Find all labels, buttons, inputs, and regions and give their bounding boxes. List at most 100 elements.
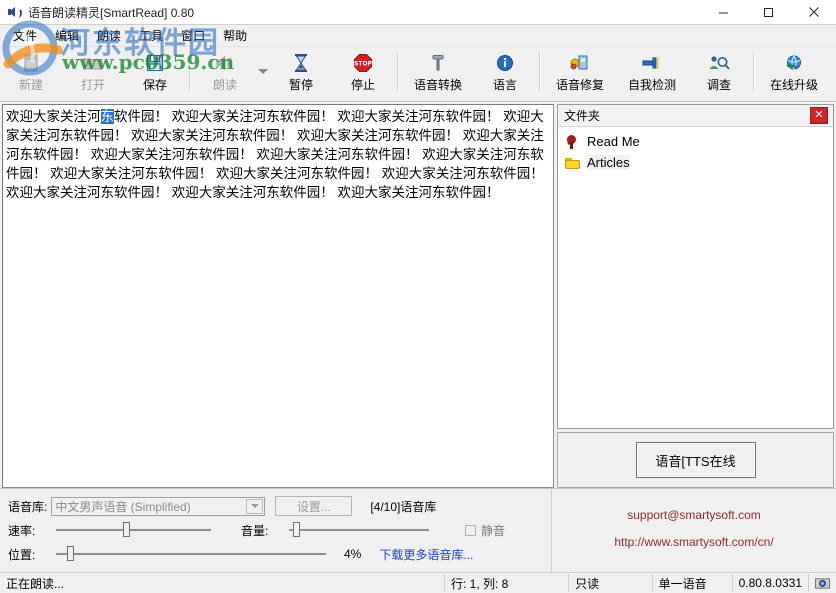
- rate-slider-thumb[interactable]: [122, 522, 130, 537]
- info-icon: [493, 52, 517, 74]
- chevron-down-icon: [258, 68, 268, 74]
- toolbar-voice-repair-button[interactable]: 语音修复: [544, 49, 616, 95]
- menu-file[interactable]: 文件: [4, 25, 46, 46]
- editor-text-before: 欢迎大家关注河: [6, 109, 101, 124]
- voice-library-value: 中文男声语音 (Simplified): [55, 499, 191, 514]
- svg-text:STOP: STOP: [354, 61, 373, 68]
- tts-panel: 语音[TTS在线: [557, 432, 834, 488]
- volume-slider-thumb[interactable]: [292, 522, 300, 537]
- toolbar-read-button[interactable]: 朗读: [194, 49, 256, 95]
- folder-panel-title: 文件夹: [564, 109, 601, 123]
- stop-sign-icon: STOP: [351, 52, 375, 74]
- volume-label: 音量:: [241, 523, 269, 538]
- menu-window[interactable]: 窗口: [172, 25, 214, 46]
- text-editor[interactable]: 欢迎大家关注河东软件园！ 欢迎大家关注河东软件园！ 欢迎大家关注河东软件园！ 欢…: [2, 104, 554, 488]
- status-voice-mode: 单一语音: [651, 574, 732, 592]
- hammer-icon: [426, 52, 450, 74]
- toolbar-self-test-button[interactable]: 自我检测: [616, 49, 688, 95]
- position-slider-thumb[interactable]: [66, 546, 74, 561]
- menu-bar: 文件 编辑 朗读 工具 窗口 帮助: [0, 25, 836, 47]
- toolbar: 新建 打开 保存 朗读 暂停 STOP 停止 语音转换 语言 语音修复 自我检测…: [0, 47, 836, 102]
- save-disk-icon: [143, 52, 167, 74]
- list-item[interactable]: Articles: [558, 152, 833, 173]
- new-file-icon: [19, 52, 43, 74]
- support-info: support@smartysoft.com http://www.smarty…: [552, 489, 836, 572]
- list-item[interactable]: Read Me: [558, 131, 833, 152]
- minimize-button[interactable]: [701, 0, 746, 24]
- voice-controls: 语音库: 中文男声语音 (Simplified) 设置... [4/10]语音库…: [0, 489, 552, 572]
- hourglass-icon: [289, 52, 313, 74]
- toolbar-separator-2: [397, 51, 399, 91]
- toolbar-language-button[interactable]: 语言: [474, 49, 536, 95]
- survey-icon: [707, 52, 731, 74]
- download-voices-link[interactable]: 下载更多语音库...: [379, 546, 473, 563]
- toolbar-separator: [189, 51, 191, 91]
- toolbar-open-label: 打开: [80, 78, 105, 92]
- toolbar-voice-convert-button[interactable]: 语音转换: [402, 49, 474, 95]
- toolbar-language-label: 语言: [492, 78, 517, 92]
- toolbar-survey-button[interactable]: 调查: [688, 49, 750, 95]
- position-value: 4%: [344, 547, 362, 561]
- close-button[interactable]: [791, 0, 836, 24]
- maximize-button[interactable]: [746, 0, 791, 24]
- folder-item-label: Read Me: [587, 134, 640, 149]
- read-dropdown-button[interactable]: [256, 49, 270, 93]
- status-message: 正在朗读...: [6, 576, 65, 591]
- voice-settings-button[interactable]: 设置...: [275, 496, 353, 516]
- status-cursor-position: 行: 1, 列: 8: [444, 574, 568, 592]
- toolbar-voice-convert-label: 语音转换: [413, 78, 462, 92]
- menu-edit[interactable]: 编辑: [46, 25, 88, 46]
- camera-icon: [815, 578, 830, 589]
- toolbar-save-button[interactable]: 保存: [124, 49, 186, 95]
- position-slider[interactable]: [56, 546, 326, 562]
- menu-tools[interactable]: 工具: [130, 25, 172, 46]
- mute-checkbox[interactable]: 静音: [465, 522, 505, 539]
- voice-library-select[interactable]: 中文男声语音 (Simplified): [51, 496, 266, 516]
- main-area: 欢迎大家关注河东软件园！ 欢迎大家关注河东软件园！ 欢迎大家关注河东软件园！ 欢…: [0, 102, 836, 488]
- folder-list: Read Me Articles: [558, 127, 833, 428]
- toolbar-separator-4: [753, 51, 755, 91]
- menu-help[interactable]: 帮助: [214, 25, 256, 46]
- toolbar-separator-3: [539, 51, 541, 91]
- status-readonly: 只读: [568, 574, 651, 592]
- position-row: 位置: 4% 下载更多语音库...: [8, 542, 551, 566]
- tts-online-button[interactable]: 语音[TTS在线: [635, 442, 756, 478]
- toolbar-save-label: 保存: [142, 78, 167, 92]
- toolbar-new-button[interactable]: 新建: [0, 49, 62, 95]
- mute-checkbox-box[interactable]: [465, 524, 476, 536]
- toolbar-voice-repair-label: 语音修复: [555, 78, 604, 92]
- folder-panel-header: 文件夹 ✕: [558, 105, 833, 127]
- chevron-down-icon[interactable]: [246, 498, 264, 514]
- rate-slider[interactable]: [56, 522, 211, 538]
- folder-panel-close-icon[interactable]: ✕: [810, 107, 828, 124]
- editor-text-selection: 东: [100, 109, 114, 124]
- voice-count-label: [4/10]语音库: [370, 499, 437, 514]
- menu-read[interactable]: 朗读: [88, 25, 130, 46]
- toolbar-stop-label: 停止: [350, 78, 375, 92]
- support-email[interactable]: support@smartysoft.com: [627, 508, 761, 522]
- window-controls: [701, 0, 836, 24]
- toolbar-pause-label: 暂停: [288, 78, 313, 92]
- mute-label: 静音: [481, 523, 506, 538]
- editor-column: 欢迎大家关注河东软件园！ 欢迎大家关注河东软件园！ 欢迎大家关注河东软件园！ 欢…: [2, 104, 554, 488]
- app-speaker-icon: [7, 4, 23, 20]
- toolbar-self-test-label: 自我检测: [627, 78, 676, 92]
- toolbar-online-upgrade-button[interactable]: 在线升级: [758, 49, 830, 95]
- support-url[interactable]: http://www.smartysoft.com/cn/: [614, 535, 773, 549]
- title-bar: 语音朗读精灵[SmartRead] 0.80: [0, 0, 836, 25]
- status-bar: 正在朗读... 行: 1, 列: 8 只读 单一语音 0.80.8.0331: [0, 572, 836, 593]
- status-tray-icon[interactable]: [808, 574, 836, 592]
- readme-icon: [564, 134, 582, 150]
- toolbar-pause-button[interactable]: 暂停: [270, 49, 332, 95]
- rate-label: 速率:: [8, 523, 36, 538]
- editor-content[interactable]: 欢迎大家关注河东软件园！ 欢迎大家关注河东软件园！ 欢迎大家关注河东软件园！ 欢…: [3, 105, 553, 204]
- voice-library-label: 语音库:: [8, 499, 48, 514]
- window-title: 语音朗读精灵[SmartRead] 0.80: [28, 5, 195, 20]
- folder-panel: 文件夹 ✕ Read Me Articles: [557, 104, 834, 429]
- toolbar-online-upgrade-label: 在线升级: [769, 78, 818, 92]
- bottom-panel: 语音库: 中文男声语音 (Simplified) 设置... [4/10]语音库…: [0, 488, 836, 572]
- toolbar-stop-button[interactable]: STOP 停止: [332, 49, 394, 95]
- toolbar-read-label: 朗读: [212, 78, 237, 92]
- toolbar-open-button[interactable]: 打开: [62, 49, 124, 95]
- volume-slider[interactable]: [289, 522, 429, 538]
